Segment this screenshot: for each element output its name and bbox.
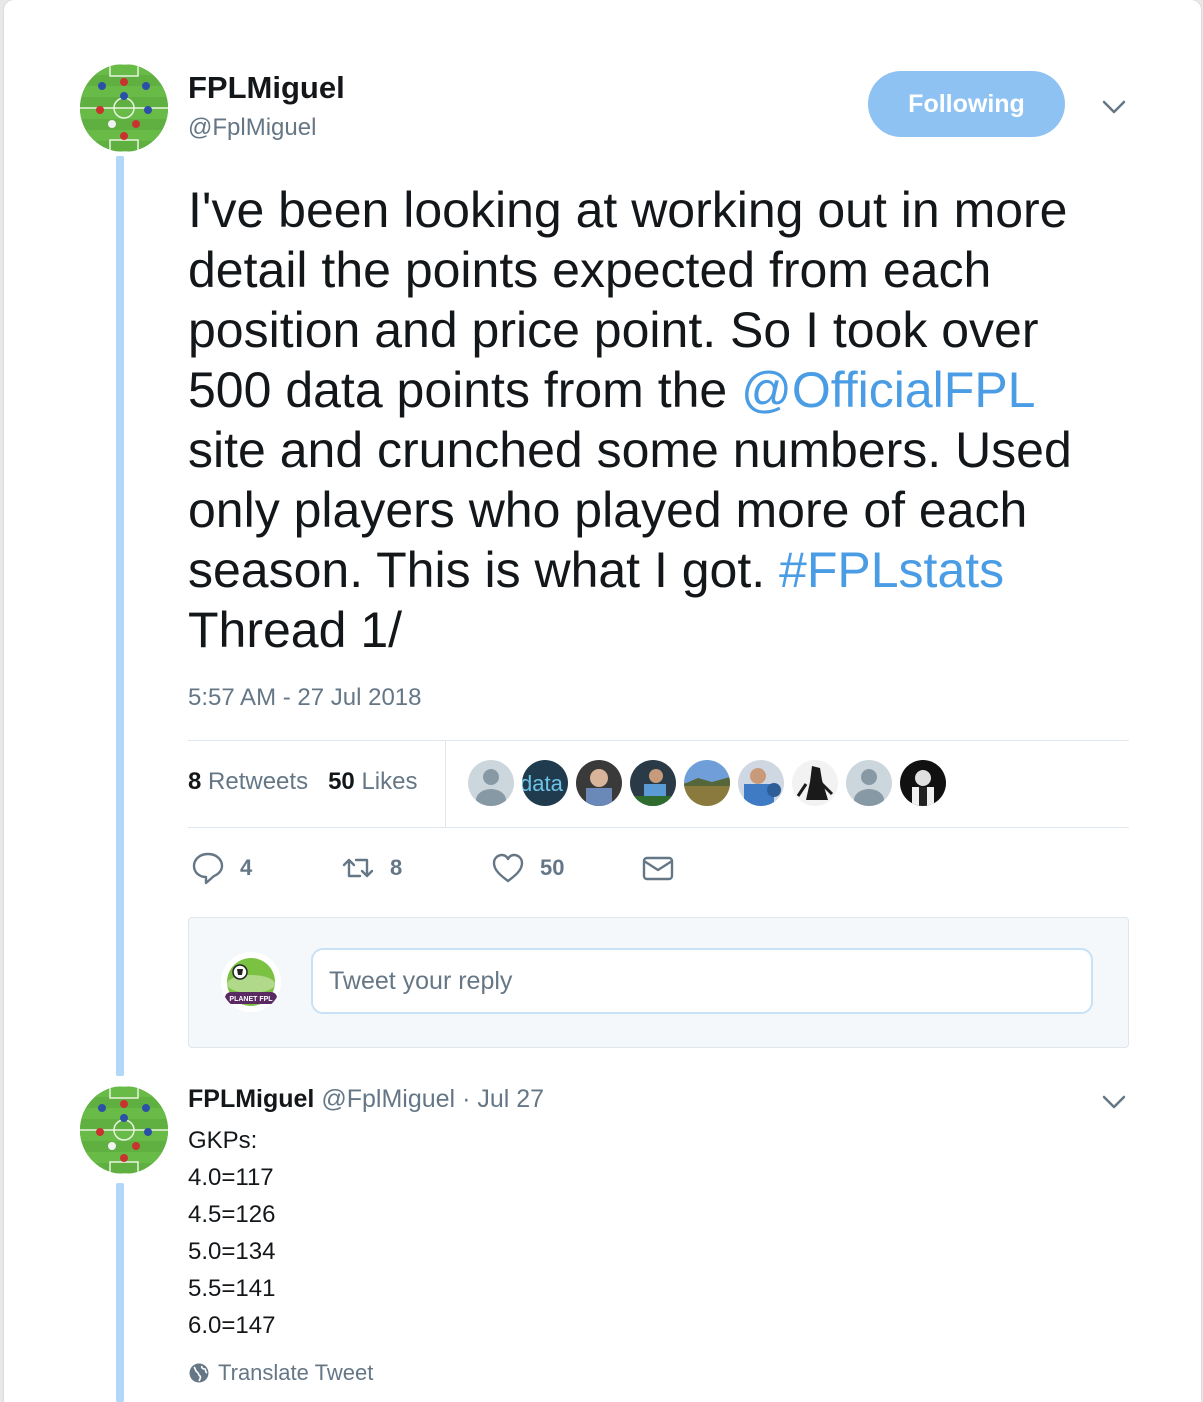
thread-line-upper xyxy=(116,156,124,1076)
retweet-icon xyxy=(342,858,374,878)
reply-tweet-date[interactable]: · Jul 27 xyxy=(462,1085,544,1113)
tweet-text-line: detail the points expected from each xyxy=(188,240,1148,300)
tweet-text-line: season. This is what I got. #FPLstats xyxy=(188,540,1148,600)
envelope-icon xyxy=(642,856,674,881)
translate-tweet-label: Translate Tweet xyxy=(218,1360,374,1385)
tweet-text-segment: detail the points expected from each xyxy=(188,242,992,298)
reply-count: 4 xyxy=(240,855,253,880)
tweet-text-segment: only players who played more of each xyxy=(188,482,1028,538)
liker-avatar[interactable] xyxy=(738,760,784,806)
retweets-count: 8 xyxy=(188,768,202,795)
tweet-text-line: only players who played more of each xyxy=(188,480,1148,540)
thread-line-lower xyxy=(116,1183,124,1402)
liker-avatar[interactable] xyxy=(684,760,730,806)
likes-label: Likes xyxy=(361,768,418,795)
reply-input[interactable]: Tweet your reply xyxy=(311,948,1093,1014)
reply-tweet-menu-chevron-down-icon[interactable] xyxy=(1099,1087,1129,1117)
hashtag-link[interactable]: #FPLstats xyxy=(779,542,1004,598)
direct-message-action[interactable] xyxy=(640,850,676,886)
likes-count: 50 xyxy=(328,768,355,795)
tweet-text-line: Thread 1/ xyxy=(188,600,1148,660)
reply-tweet-line: 6.0=147 xyxy=(188,1312,276,1339)
divider-bottom xyxy=(188,827,1129,828)
planet-fpl-logo-icon: PLANET FPL xyxy=(221,952,281,1012)
heart-icon xyxy=(492,853,524,883)
liker-avatar[interactable] xyxy=(900,760,946,806)
like-count: 50 xyxy=(540,855,565,880)
like-action[interactable]: 50 xyxy=(490,850,564,886)
following-button[interactable]: Following xyxy=(868,71,1065,137)
current-user-avatar[interactable]: PLANET FPL xyxy=(221,952,281,1012)
tweet-text-segment: season. This is what I got. xyxy=(188,542,780,598)
reply-tweet-line: GKPs: xyxy=(188,1127,258,1154)
retweets-stat[interactable]: 8 Retweets xyxy=(188,768,308,796)
tweet-text-segment: 500 data points from the xyxy=(188,362,742,418)
retweet-action[interactable]: 8 xyxy=(340,850,402,886)
globe-icon xyxy=(189,1363,209,1383)
tweet-menu-chevron-down-icon[interactable] xyxy=(1099,92,1129,122)
tweet-text-line: I've been looking at working out in more xyxy=(188,180,1148,240)
tweet-text-line: position and price point. So I took over xyxy=(188,300,1148,360)
reply-tweet-header: FPLMiguel @FplMiguel · Jul 27 xyxy=(188,1085,544,1114)
translate-tweet-link[interactable]: Translate Tweet xyxy=(188,1360,373,1386)
football-pitch-avatar-image xyxy=(80,64,168,152)
reply-author-handle[interactable]: @FplMiguel xyxy=(321,1085,455,1113)
tweet-text-line: 500 data points from the @OfficialFPL xyxy=(188,360,1148,420)
divider-top xyxy=(188,740,1129,741)
liker-avatar[interactable] xyxy=(630,760,676,806)
reply-tweet-line: 5.5=141 xyxy=(188,1275,276,1302)
reply-tweet-text: GKPs: 4.0=117 4.5=126 5.0=134 5.5=141 6.0=147 xyxy=(188,1122,275,1344)
liker-avatars: data xyxy=(468,760,946,806)
tweet-timestamp[interactable]: 5:57 AM - 27 Jul 2018 xyxy=(188,684,421,712)
reply-author-name[interactable]: FPLMiguel xyxy=(188,1085,314,1113)
reply-action[interactable]: 4 xyxy=(190,850,252,886)
football-pitch-avatar-image xyxy=(80,1086,168,1174)
retweets-label: Retweets xyxy=(208,768,309,795)
reply-tweet-line: 4.0=117 xyxy=(188,1164,274,1191)
reply-composer: PLANET FPL Tweet your reply xyxy=(188,917,1129,1048)
tweet-text-segment: I've been looking at working out in more xyxy=(188,182,1068,238)
mention-link[interactable]: @OfficialFPL xyxy=(741,362,1035,418)
tweet-stats: 8 Retweets 50 Likes xyxy=(188,768,417,796)
tweet-text-segment: site and crunched some numbers. Used xyxy=(188,422,1072,478)
tweet-text: I've been looking at working out in more… xyxy=(188,180,1148,660)
reply-tweet-line: 4.5=126 xyxy=(188,1201,276,1228)
reply-tweet-line: 5.0=134 xyxy=(188,1238,276,1265)
stats-divider xyxy=(445,741,446,828)
liker-avatar[interactable] xyxy=(576,760,622,806)
liker-avatar[interactable] xyxy=(468,760,514,806)
author-name[interactable]: FPLMiguel xyxy=(188,70,345,106)
author-handle[interactable]: @FplMiguel xyxy=(188,114,316,142)
tweet-text-segment: Thread 1/ xyxy=(188,602,403,658)
liker-avatar[interactable]: data xyxy=(522,760,568,806)
reply-author-avatar[interactable] xyxy=(80,1086,168,1174)
svg-text:data: data xyxy=(522,771,564,796)
liker-avatar[interactable] xyxy=(792,760,838,806)
author-avatar[interactable] xyxy=(80,64,168,152)
likes-stat[interactable]: 50 Likes xyxy=(328,768,417,796)
liker-avatar[interactable] xyxy=(846,760,892,806)
retweet-count: 8 xyxy=(390,855,403,880)
tweet-text-segment: position and price point. So I took over xyxy=(188,302,1039,358)
tweet-text-line: site and crunched some numbers. Used xyxy=(188,420,1148,480)
svg-text:PLANET FPL: PLANET FPL xyxy=(229,996,273,1003)
reply-icon xyxy=(192,852,224,885)
